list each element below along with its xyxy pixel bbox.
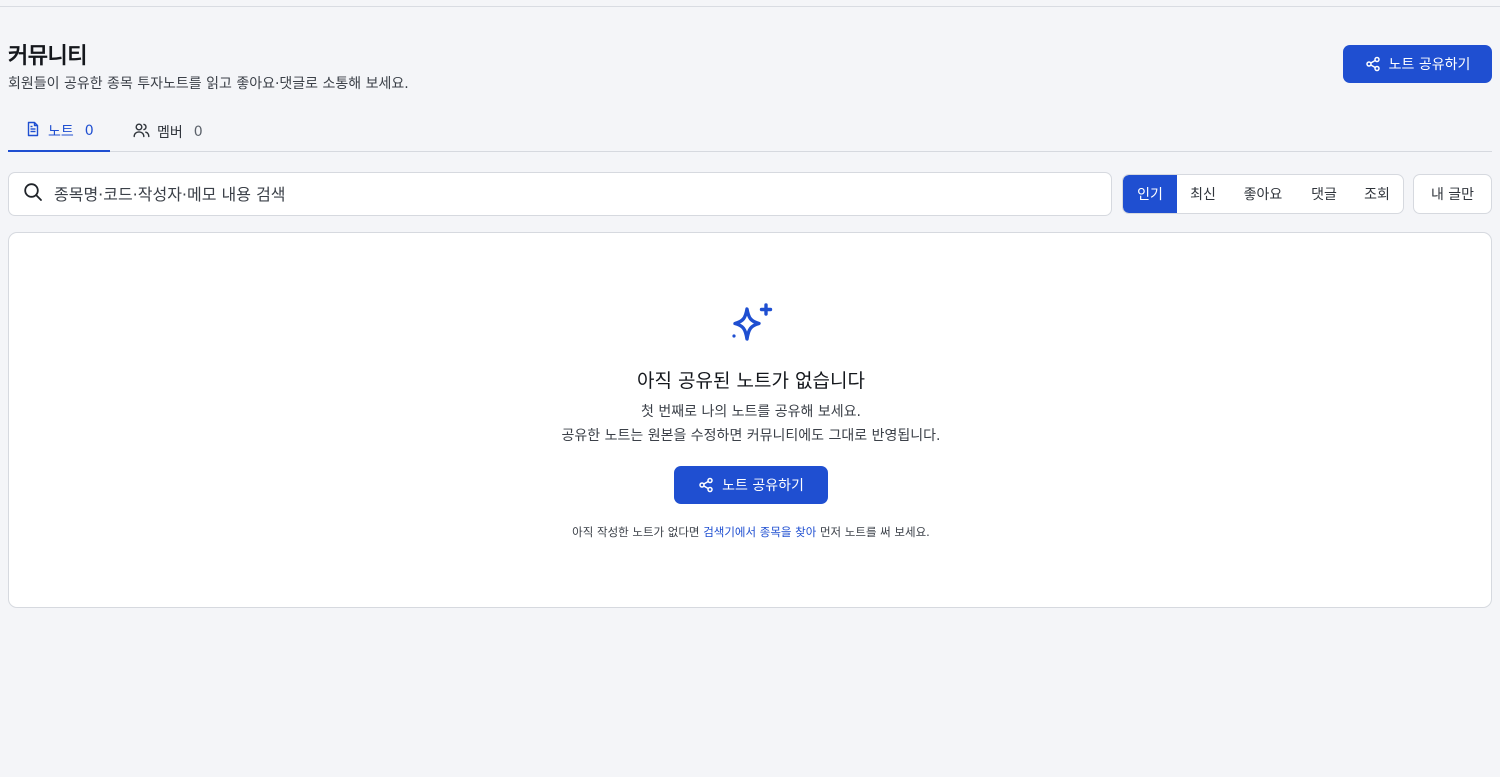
search-icon <box>23 182 43 206</box>
document-icon <box>25 121 41 141</box>
top-divider <box>0 6 1500 7</box>
tab-members[interactable]: 멤버 0 <box>133 111 203 152</box>
sort-latest-button[interactable]: 최신 <box>1177 175 1229 213</box>
search-box <box>8 172 1112 216</box>
hint-prefix: 아직 작성한 노트가 없다면 <box>572 525 704 539</box>
screener-link[interactable]: 검색기에서 종목을 찾아 <box>703 525 816 539</box>
tab-bar: 노트 0 멤버 0 <box>8 111 1492 152</box>
page-subtitle: 회원들이 공유한 종목 투자노트를 읽고 좋아요·댓글로 소통해 보세요. <box>8 76 409 92</box>
users-icon <box>133 122 150 142</box>
tab-members-label: 멤버 <box>157 124 183 141</box>
share-icon <box>1365 56 1381 72</box>
tab-notes-label: 노트 <box>48 123 74 140</box>
empty-state-title: 아직 공유된 노트가 없습니다 <box>637 370 865 392</box>
sort-comments-button[interactable]: 댓글 <box>1297 175 1351 213</box>
empty-state-share-button-label: 노트 공유하기 <box>722 478 804 494</box>
empty-state-share-button[interactable]: 노트 공유하기 <box>674 466 828 504</box>
sort-likes-button[interactable]: 좋아요 <box>1229 175 1297 213</box>
share-note-button[interactable]: 노트 공유하기 <box>1343 45 1492 83</box>
search-input[interactable] <box>54 184 1054 204</box>
sparkle-icon <box>727 301 775 353</box>
hint-suffix: 먼저 노트를 써 보세요. <box>816 525 930 539</box>
empty-state-card: 아직 공유된 노트가 없습니다 첫 번째로 나의 노트를 공유해 보세요. 공유… <box>8 232 1492 608</box>
tab-notes-count: 0 <box>84 122 94 139</box>
sort-popular-button[interactable]: 인기 <box>1123 175 1177 213</box>
sort-views-button[interactable]: 조회 <box>1351 175 1403 213</box>
empty-state-description-2: 공유한 노트는 원본을 수정하면 커뮤니티에도 그대로 반영됩니다. <box>561 428 941 444</box>
empty-state-description: 첫 번째로 나의 노트를 공유해 보세요. <box>641 404 861 420</box>
tab-members-count: 0 <box>193 123 203 140</box>
page-title: 커뮤니티 <box>8 44 87 69</box>
tab-notes[interactable]: 노트 0 <box>8 111 110 152</box>
sort-toggle-group: 인기 최신 좋아요 댓글 조회 <box>1122 174 1404 214</box>
empty-state-hint: 아직 작성한 노트가 없다면 검색기에서 종목을 찾아 먼저 노트를 써 보세요… <box>9 524 1493 540</box>
share-note-button-label: 노트 공유하기 <box>1388 57 1471 73</box>
share-icon <box>698 477 714 493</box>
my-posts-only-button[interactable]: 내 글만 <box>1413 174 1492 214</box>
